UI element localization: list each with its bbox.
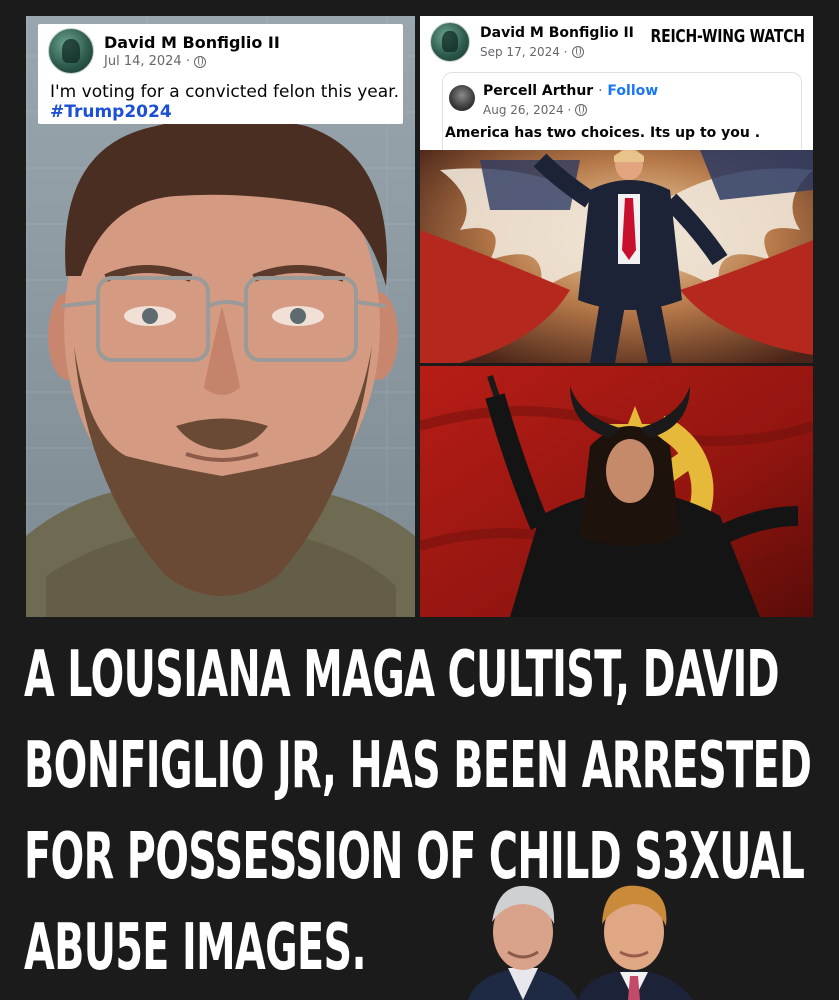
post-date[interactable]: Jul 14, 2024 · <box>104 54 190 69</box>
post-date[interactable]: Sep 17, 2024 · <box>480 45 568 59</box>
horned-figure-image <box>420 366 813 617</box>
hashtag-link[interactable]: #Trump2024 <box>50 102 172 122</box>
profile-avatar[interactable] <box>430 22 470 62</box>
profile-avatar[interactable] <box>48 28 94 74</box>
post-meta: Sep 17, 2024 · <box>480 45 584 59</box>
shared-author[interactable]: Percell Arthur <box>483 83 593 99</box>
portraits-cutout <box>468 880 708 1000</box>
follow-button[interactable]: Follow <box>607 83 658 99</box>
globe-icon <box>575 104 588 116</box>
post-text: I'm voting for a convicted felon this ye… <box>50 82 399 102</box>
globe-icon <box>193 55 206 68</box>
separator: · <box>598 83 603 99</box>
left-post-card: David M Bonfiglio II Jul 14, 2024 · I'm … <box>38 24 403 124</box>
shared-date[interactable]: Aug 26, 2024 · <box>483 103 571 117</box>
post-author[interactable]: David M Bonfiglio II <box>480 25 634 41</box>
watermark-label: REICH-WING WATCH <box>650 26 806 47</box>
post-author[interactable]: David M Bonfiglio II <box>104 33 280 52</box>
shared-avatar[interactable] <box>449 85 475 111</box>
headline-line-3: FOR POSSESSION OF CHILD S3XUAL <box>24 820 805 894</box>
globe-icon <box>571 46 584 58</box>
shared-post-card: Percell Arthur · Follow Aug 26, 2024 · A… <box>442 72 802 150</box>
post-meta: Jul 14, 2024 · <box>104 54 206 69</box>
shared-post-text: America has two choices. Its up to you . <box>445 125 761 141</box>
winged-figure-image <box>420 150 813 363</box>
shared-post-header: Percell Arthur · Follow <box>483 83 658 99</box>
headline-line-4: ABU5E IMAGES. <box>24 911 367 985</box>
headline-line-1: A LOUSIANA MAGA CULTIST, DAVID <box>24 638 780 712</box>
headline-line-2: BONFIGLIO JR, HAS BEEN ARRESTED <box>24 729 812 803</box>
shared-post-meta: Aug 26, 2024 · <box>483 103 588 117</box>
